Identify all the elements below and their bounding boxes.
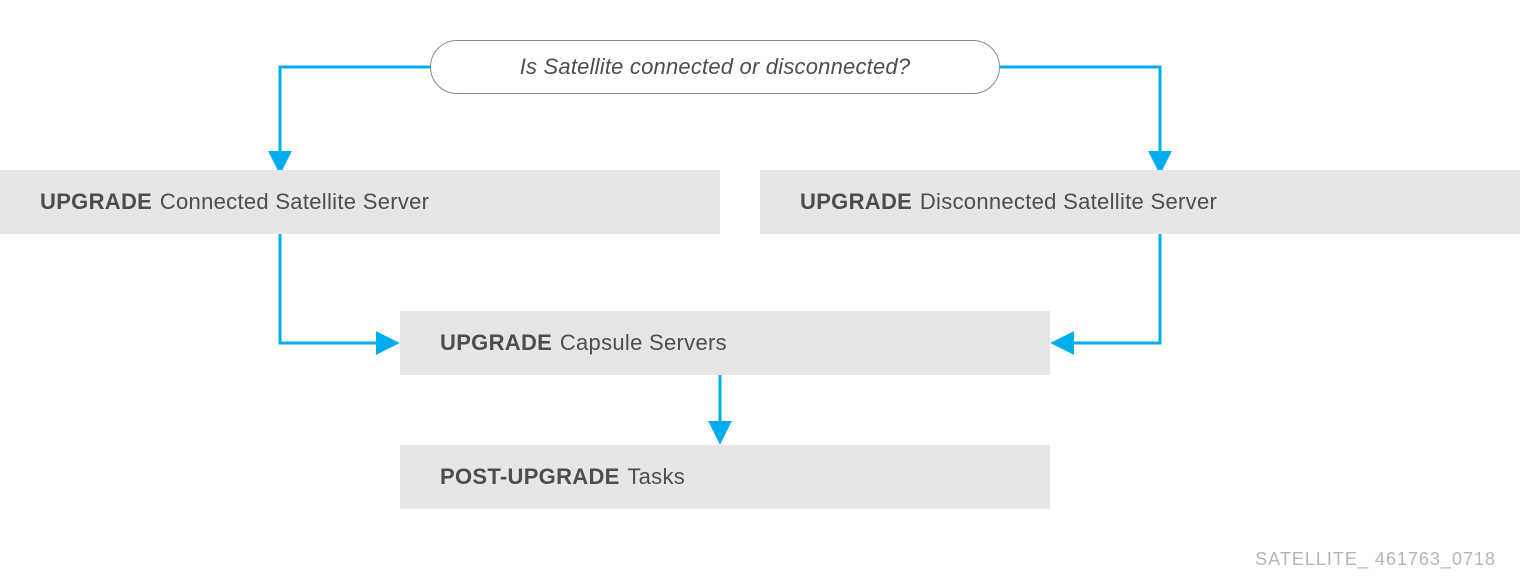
- step-bold: UPGRADE: [40, 189, 152, 215]
- step-upgrade-capsule: UPGRADE Capsule Servers: [400, 311, 1050, 375]
- step-rest: Disconnected Satellite Server: [920, 189, 1217, 215]
- decision-text: Is Satellite connected or disconnected?: [520, 54, 911, 80]
- step-bold: UPGRADE: [440, 330, 552, 356]
- step-bold: UPGRADE: [800, 189, 912, 215]
- step-rest: Connected Satellite Server: [160, 189, 430, 215]
- step-upgrade-disconnected: UPGRADE Disconnected Satellite Server: [760, 170, 1520, 234]
- step-rest: Tasks: [627, 464, 685, 490]
- diagram-id-footer: SATELLITE_ 461763_0718: [1255, 549, 1496, 570]
- step-bold: POST-UPGRADE: [440, 464, 620, 490]
- step-post-upgrade: POST-UPGRADE Tasks: [400, 445, 1050, 509]
- decision-node: Is Satellite connected or disconnected?: [430, 40, 1000, 94]
- step-rest: Capsule Servers: [560, 330, 727, 356]
- step-upgrade-connected: UPGRADE Connected Satellite Server: [0, 170, 720, 234]
